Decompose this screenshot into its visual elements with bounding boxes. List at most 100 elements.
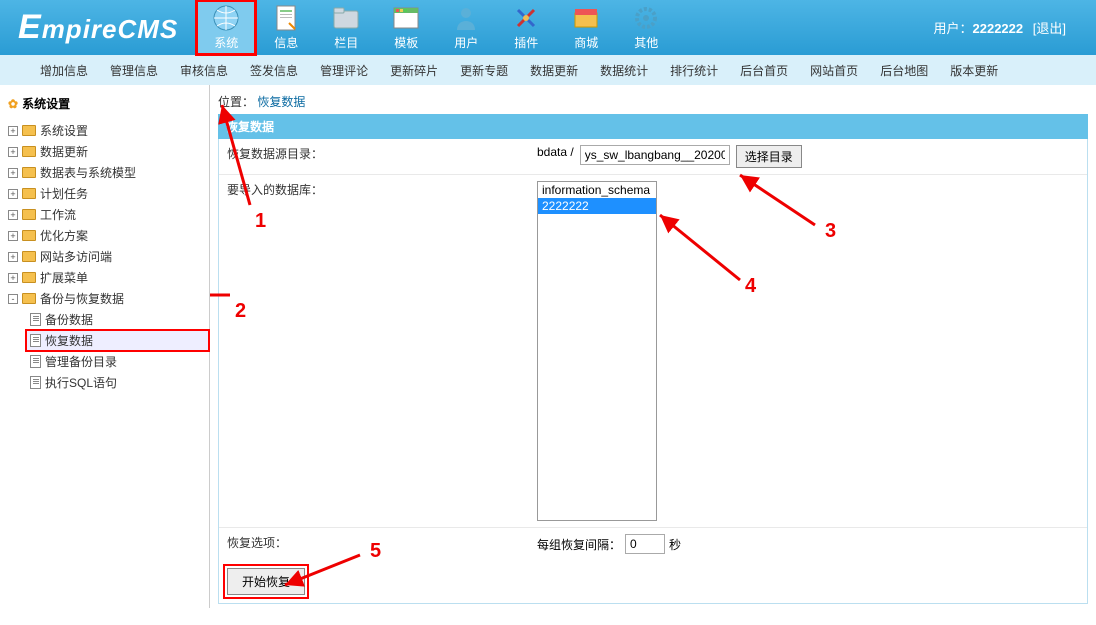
nav-plugin[interactable]: 插件: [496, 0, 556, 55]
db-option[interactable]: information_schema: [538, 182, 656, 198]
submenu-item[interactable]: 网站首页: [810, 62, 858, 79]
annotation-2: 2: [235, 300, 246, 323]
submenu-item[interactable]: 后台首页: [740, 62, 788, 79]
user-label: 用户：: [934, 21, 973, 36]
nav-label: 商城: [574, 34, 598, 51]
nav-label: 系统: [214, 34, 238, 51]
options-label: 恢复选项：: [227, 534, 537, 551]
username: 2222222: [973, 21, 1024, 36]
tree-node[interactable]: +计划任务: [4, 183, 209, 204]
nav-label: 栏目: [334, 34, 358, 51]
collapse-icon[interactable]: -: [8, 294, 18, 304]
nav-template[interactable]: 模板: [376, 0, 436, 55]
annotation-5: 5: [370, 540, 381, 563]
nav-tree: + 系统设置 +数据更新 + 数据表与系统模型 +计划任务 +工作流 + 优化方案 +…: [0, 118, 209, 395]
tree-node[interactable]: + 系统设置: [4, 120, 209, 141]
expand-icon[interactable]: +: [8, 252, 18, 262]
user-box: 用户：2222222 [退出]: [934, 18, 1096, 37]
breadcrumb-prefix: 位置：: [218, 95, 254, 109]
source-input[interactable]: [580, 145, 730, 165]
template-icon: [392, 4, 420, 32]
submenu-item[interactable]: 数据统计: [600, 62, 648, 79]
file-icon: [30, 355, 41, 368]
user-icon: [452, 4, 480, 32]
annotation-3: 3: [825, 220, 836, 243]
submenu-item[interactable]: 更新碎片: [390, 62, 438, 79]
expand-icon[interactable]: +: [8, 147, 18, 157]
interval-label: 每组恢复间隔：: [537, 536, 621, 553]
tree-label: 系统设置: [40, 122, 88, 139]
sidebar-title: ✿ 系统设置: [0, 89, 209, 118]
nav-shop[interactable]: 商城: [556, 0, 616, 55]
db-field: information_schema 2222222: [537, 181, 1079, 521]
folder-icon: [22, 125, 36, 136]
choose-dir-button[interactable]: 选择目录: [736, 145, 802, 168]
folder-icon: [332, 4, 360, 32]
nav-other[interactable]: 其他: [616, 0, 676, 55]
start-restore-button[interactable]: 开始恢复: [227, 568, 305, 595]
submenu-item[interactable]: 更新专题: [460, 62, 508, 79]
submenu-item[interactable]: 增加信息: [40, 62, 88, 79]
globe-icon: [212, 4, 240, 32]
tree-node[interactable]: -备份与恢复数据: [4, 288, 209, 309]
database-listbox[interactable]: information_schema 2222222: [537, 181, 657, 521]
tree-label: 管理备份目录: [45, 353, 117, 370]
tree-label: 优化方案: [40, 227, 88, 244]
top-nav: 系统 信息 栏目 模板 用户 插件 商城 其他: [196, 0, 676, 55]
expand-icon[interactable]: +: [8, 273, 18, 283]
sidebar: ✿ 系统设置 + 系统设置 +数据更新 + 数据表与系统模型 +计划任务 +工作流 …: [0, 85, 210, 608]
breadcrumb: 位置： 恢复数据: [218, 89, 1088, 114]
folder-icon: [22, 146, 36, 157]
nav-info[interactable]: 信息: [256, 0, 316, 55]
tree-node[interactable]: +工作流: [4, 204, 209, 225]
tree-node[interactable]: +数据更新: [4, 141, 209, 162]
nav-column[interactable]: 栏目: [316, 0, 376, 55]
interval-input[interactable]: [625, 534, 665, 554]
tree-node[interactable]: + 优化方案: [4, 225, 209, 246]
sidebar-title-text: 系统设置: [22, 95, 70, 112]
tree-label: 执行SQL语句: [45, 374, 117, 391]
nav-user[interactable]: 用户: [436, 0, 496, 55]
submenu-item[interactable]: 排行统计: [670, 62, 718, 79]
nav-system[interactable]: 系统: [196, 0, 256, 55]
panel-body: 恢复数据源目录： bdata / 选择目录 要导入的数据库： informati…: [218, 139, 1088, 604]
tree-label: 恢复数据: [45, 332, 93, 349]
expand-icon[interactable]: +: [8, 210, 18, 220]
file-icon: [30, 334, 41, 347]
tree-node[interactable]: +网站多访问端: [4, 246, 209, 267]
submenu-item[interactable]: 管理评论: [320, 62, 368, 79]
source-label: 恢复数据源目录：: [227, 145, 537, 162]
logout-link[interactable]: [退出]: [1033, 21, 1066, 36]
breadcrumb-page[interactable]: 恢复数据: [257, 95, 305, 109]
folder-icon: [22, 230, 36, 241]
tree-node[interactable]: +扩展菜单: [4, 267, 209, 288]
row-source: 恢复数据源目录： bdata / 选择目录: [219, 139, 1087, 174]
tree-leaf-manage[interactable]: 管理备份目录: [26, 351, 209, 372]
file-icon: [30, 313, 41, 326]
source-prefix: bdata /: [537, 145, 574, 159]
submenu-item[interactable]: 版本更新: [950, 62, 998, 79]
expand-icon[interactable]: +: [8, 189, 18, 199]
submenu-item[interactable]: 签发信息: [250, 62, 298, 79]
submenu-item[interactable]: 管理信息: [110, 62, 158, 79]
expand-icon[interactable]: +: [8, 231, 18, 241]
expand-icon[interactable]: +: [8, 168, 18, 178]
tree-node[interactable]: + 数据表与系统模型: [4, 162, 209, 183]
row-database: 要导入的数据库： information_schema 2222222: [219, 174, 1087, 527]
tree-leaf-restore[interactable]: 恢复数据: [26, 330, 209, 351]
submit-row: 开始恢复: [219, 560, 1087, 603]
tree-leaf-backup[interactable]: 备份数据: [26, 309, 209, 330]
submenu-item[interactable]: 审核信息: [180, 62, 228, 79]
expand-icon[interactable]: +: [8, 126, 18, 136]
nav-label: 其他: [634, 34, 658, 51]
submenu-item[interactable]: 数据更新: [530, 62, 578, 79]
top-header: EmpireCMS 系统 信息 栏目 模板 用户 插件: [0, 0, 1096, 55]
shop-icon: [572, 4, 600, 32]
folder-icon: [22, 272, 36, 283]
submenu-item[interactable]: 后台地图: [880, 62, 928, 79]
tree-label: 数据表与系统模型: [40, 164, 136, 181]
nav-label: 用户: [454, 34, 478, 51]
annotation-4: 4: [745, 275, 756, 298]
db-option-selected[interactable]: 2222222: [538, 198, 656, 214]
tree-leaf-sql[interactable]: 执行SQL语句: [26, 372, 209, 393]
